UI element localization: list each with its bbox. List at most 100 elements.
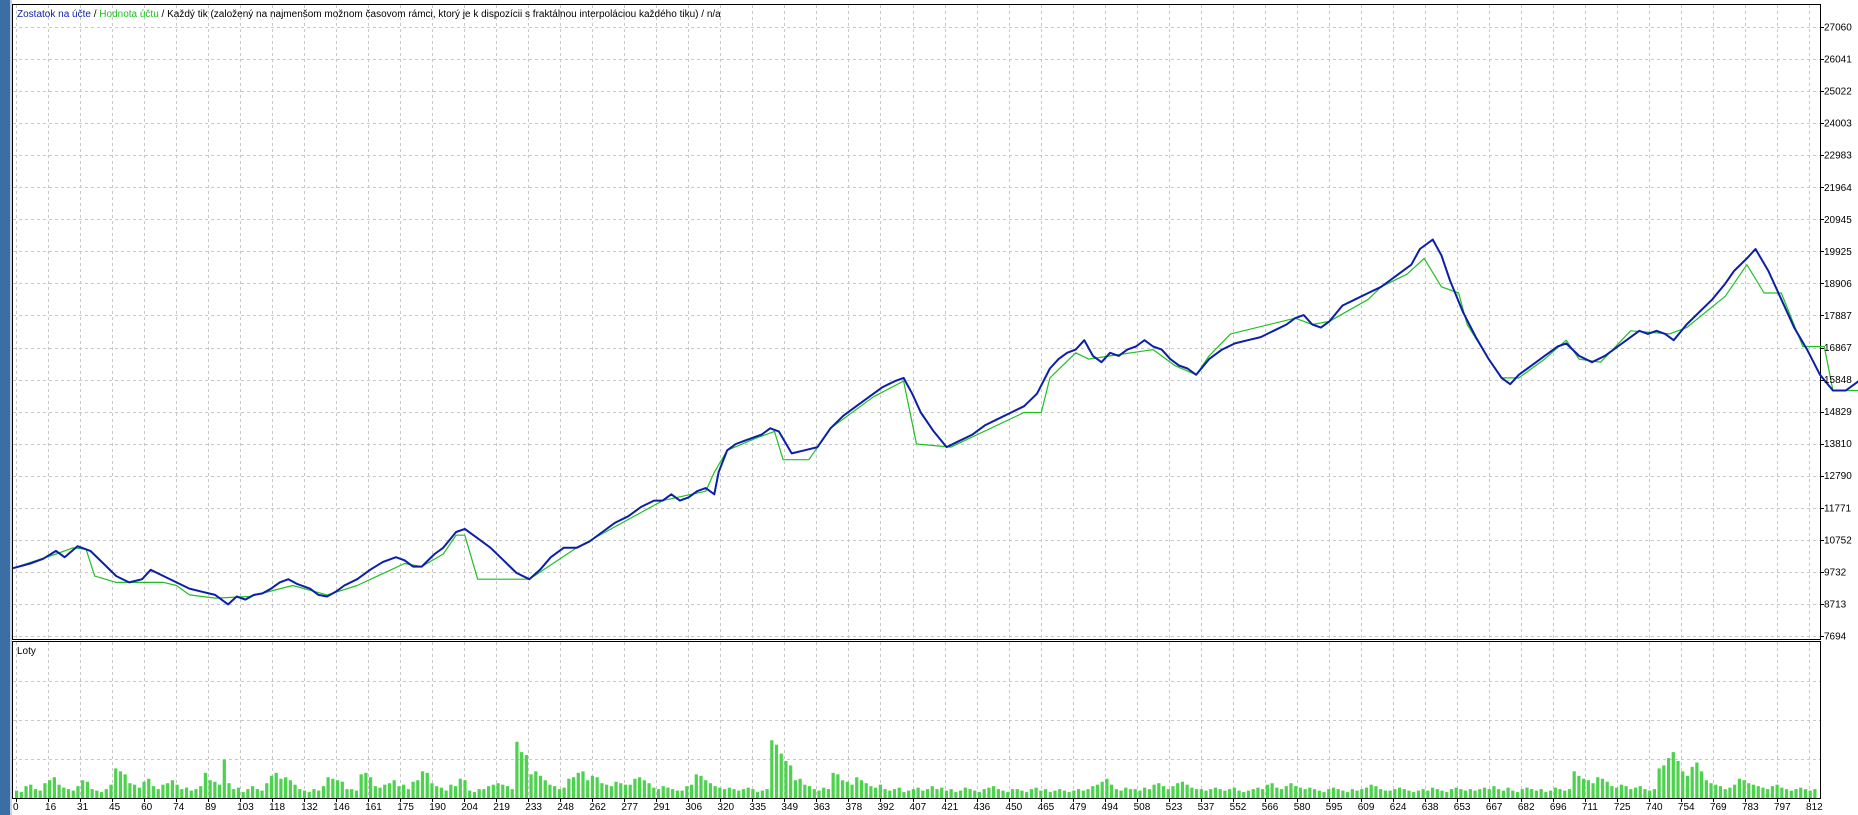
lots-bar [1539, 789, 1543, 798]
lots-bar [798, 778, 802, 798]
lots-bar [133, 784, 137, 798]
lots-bar [411, 781, 415, 798]
lots-bar [199, 786, 203, 798]
lots-bar [1728, 787, 1732, 798]
lots-bar [1246, 790, 1251, 798]
lots-bar [902, 792, 906, 798]
lots-bar [1544, 792, 1548, 798]
x-tick-label: 523 [1166, 802, 1183, 813]
lots-bar [656, 789, 661, 798]
y-tick-label: 11771 [1824, 503, 1852, 514]
lots-bar [977, 792, 982, 798]
lots-bar [260, 790, 264, 798]
lots-bar [1468, 789, 1472, 798]
x-tick-label: 219 [493, 802, 510, 813]
lots-bar [114, 768, 118, 798]
lots-bar [1114, 789, 1118, 798]
x-tick-label: 392 [877, 802, 894, 813]
x-tick-label: 248 [557, 802, 574, 813]
lots-bar [1331, 787, 1336, 798]
lots-bar [1251, 789, 1255, 798]
lots-bar [1558, 789, 1562, 798]
lots-bar [949, 789, 953, 798]
lots-bar [1237, 790, 1241, 798]
x-tick-label: 60 [141, 802, 153, 813]
lots-bar [1322, 792, 1326, 798]
lots-bar [81, 780, 85, 798]
lots-bar [770, 740, 774, 798]
lots-bar [472, 792, 477, 798]
x-tick-label: 103 [237, 802, 254, 813]
y-tick-label: 9732 [1824, 567, 1847, 578]
lots-bar [892, 789, 897, 798]
lots-bar [954, 792, 958, 798]
lots-bar [123, 774, 127, 798]
x-tick-label: 132 [301, 802, 318, 813]
lots-bar [1067, 792, 1071, 798]
lots-bar [491, 784, 495, 798]
lots-bar [553, 786, 557, 798]
lots-bar [699, 775, 703, 798]
lots-label: Loty [17, 646, 36, 657]
y-axis-ticks: 27060 26041 25022 24003 22983 21964 20945 19925… [1820, 23, 1852, 643]
lots-bar [1511, 790, 1515, 798]
lots-bar [1081, 790, 1085, 798]
lots-bar [317, 790, 321, 798]
lots-bar [227, 783, 231, 798]
lots-bar [921, 790, 925, 798]
lots-bar [1610, 786, 1614, 798]
x-tick-label: 277 [621, 802, 638, 813]
x-tick-label: 335 [749, 802, 766, 813]
x-tick-label: 725 [1614, 802, 1631, 813]
lots-bar [33, 789, 38, 798]
lots-bar [973, 790, 977, 798]
lots-bar [340, 781, 344, 798]
lots-bar [1454, 787, 1458, 798]
lots-bar [751, 789, 755, 798]
lots-bar [156, 789, 160, 798]
lots-bar [1176, 783, 1180, 798]
lots-bar [1733, 784, 1737, 798]
lots-bar [477, 789, 481, 798]
x-tick-label: 696 [1550, 802, 1567, 813]
lots-bar [279, 778, 283, 798]
y-tick-label: 22983 [1824, 151, 1852, 162]
lots-bar [548, 784, 552, 798]
lots-bar [1747, 783, 1751, 798]
lots-bar [680, 790, 684, 798]
lots-bar [250, 786, 255, 798]
lots-bar [992, 786, 996, 798]
lots-bar [1355, 790, 1359, 798]
lots-bar [52, 777, 56, 798]
x-tick-label: 31 [77, 802, 89, 813]
lots-bar [378, 787, 382, 798]
lots-bar [642, 780, 646, 798]
x-tick-label: 537 [1198, 802, 1215, 813]
lots-bar [1091, 786, 1095, 798]
lots-bar [859, 780, 864, 798]
lots-bar [468, 790, 472, 798]
lots-bar [864, 783, 868, 798]
y-tick-label: 13810 [1824, 439, 1852, 450]
lots-bar [1714, 784, 1718, 798]
lots-bar [822, 787, 826, 798]
lots-bar [1473, 790, 1477, 798]
lots-bar [694, 774, 698, 798]
lots-bar [1662, 765, 1666, 798]
lots-bar [1794, 789, 1798, 798]
y-tick-label: 26041 [1824, 55, 1852, 66]
x-tick-label: 580 [1294, 802, 1311, 813]
lots-bar [439, 787, 444, 798]
lots-bar [925, 789, 930, 798]
lots-bar [232, 789, 236, 798]
lots-bar [85, 781, 90, 798]
lots-bar [614, 781, 618, 798]
lots-bar [1506, 787, 1510, 798]
x-tick-label: 45 [109, 802, 121, 813]
y-tick-label: 10752 [1824, 535, 1852, 546]
lots-bar [1676, 761, 1680, 798]
lots-bar [38, 790, 42, 798]
lots-bar [567, 778, 571, 798]
lots-bar [855, 777, 859, 798]
lots-bar [666, 787, 670, 798]
